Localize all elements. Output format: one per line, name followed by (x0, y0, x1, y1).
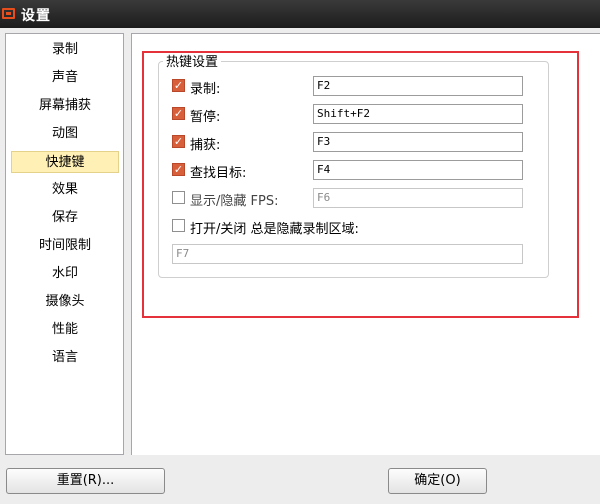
sidebar-item-label: 时间限制 (38, 238, 91, 253)
sidebar-item-label: 摄像头 (45, 294, 85, 309)
title-bar: 设置 (0, 0, 600, 28)
sidebar-item-hotkeys[interactable]: 快捷键 (11, 151, 119, 173)
window-title: 设置 (21, 8, 51, 24)
highlight-annotation-box (142, 51, 579, 318)
sidebar-item-webcam[interactable]: 摄像头 (11, 291, 119, 313)
sidebar-item-label: 性能 (51, 322, 78, 337)
ok-button[interactable]: 确定(O) (388, 468, 487, 494)
sidebar-item-label: 保存 (51, 210, 78, 225)
sidebar-item-screen-capture[interactable]: 屏幕捕获 (11, 95, 119, 117)
sidebar-item-watermark[interactable]: 水印 (11, 263, 119, 285)
sidebar-item-gif[interactable]: 动图 (11, 123, 119, 145)
sidebar-item-record[interactable]: 录制 (11, 39, 119, 61)
sidebar-item-sound[interactable]: 声音 (11, 67, 119, 89)
sidebar-item-label: 屏幕捕获 (38, 98, 91, 113)
sidebar-item-label: 效果 (51, 182, 78, 197)
sidebar-item-language[interactable]: 语言 (11, 347, 119, 369)
app-icon (2, 7, 16, 21)
sidebar-item-label: 动图 (51, 126, 78, 141)
sidebar-item-effects[interactable]: 效果 (11, 179, 119, 201)
sidebar-item-label: 录制 (51, 42, 78, 57)
sidebar-item-performance[interactable]: 性能 (11, 319, 119, 341)
sidebar-item-label: 快捷键 (45, 155, 85, 170)
sidebar-item-label: 声音 (51, 70, 78, 85)
reset-button[interactable]: 重置(R)... (6, 468, 165, 494)
sidebar-item-label: 水印 (51, 266, 78, 281)
sidebar-item-time-limit[interactable]: 时间限制 (11, 235, 119, 257)
settings-sidebar: 录制 声音 屏幕捕获 动图 快捷键 效果 保存 时间限制 水印 摄像头 性能 语… (5, 33, 124, 455)
sidebar-item-save[interactable]: 保存 (11, 207, 119, 229)
sidebar-item-label: 语言 (51, 350, 78, 365)
